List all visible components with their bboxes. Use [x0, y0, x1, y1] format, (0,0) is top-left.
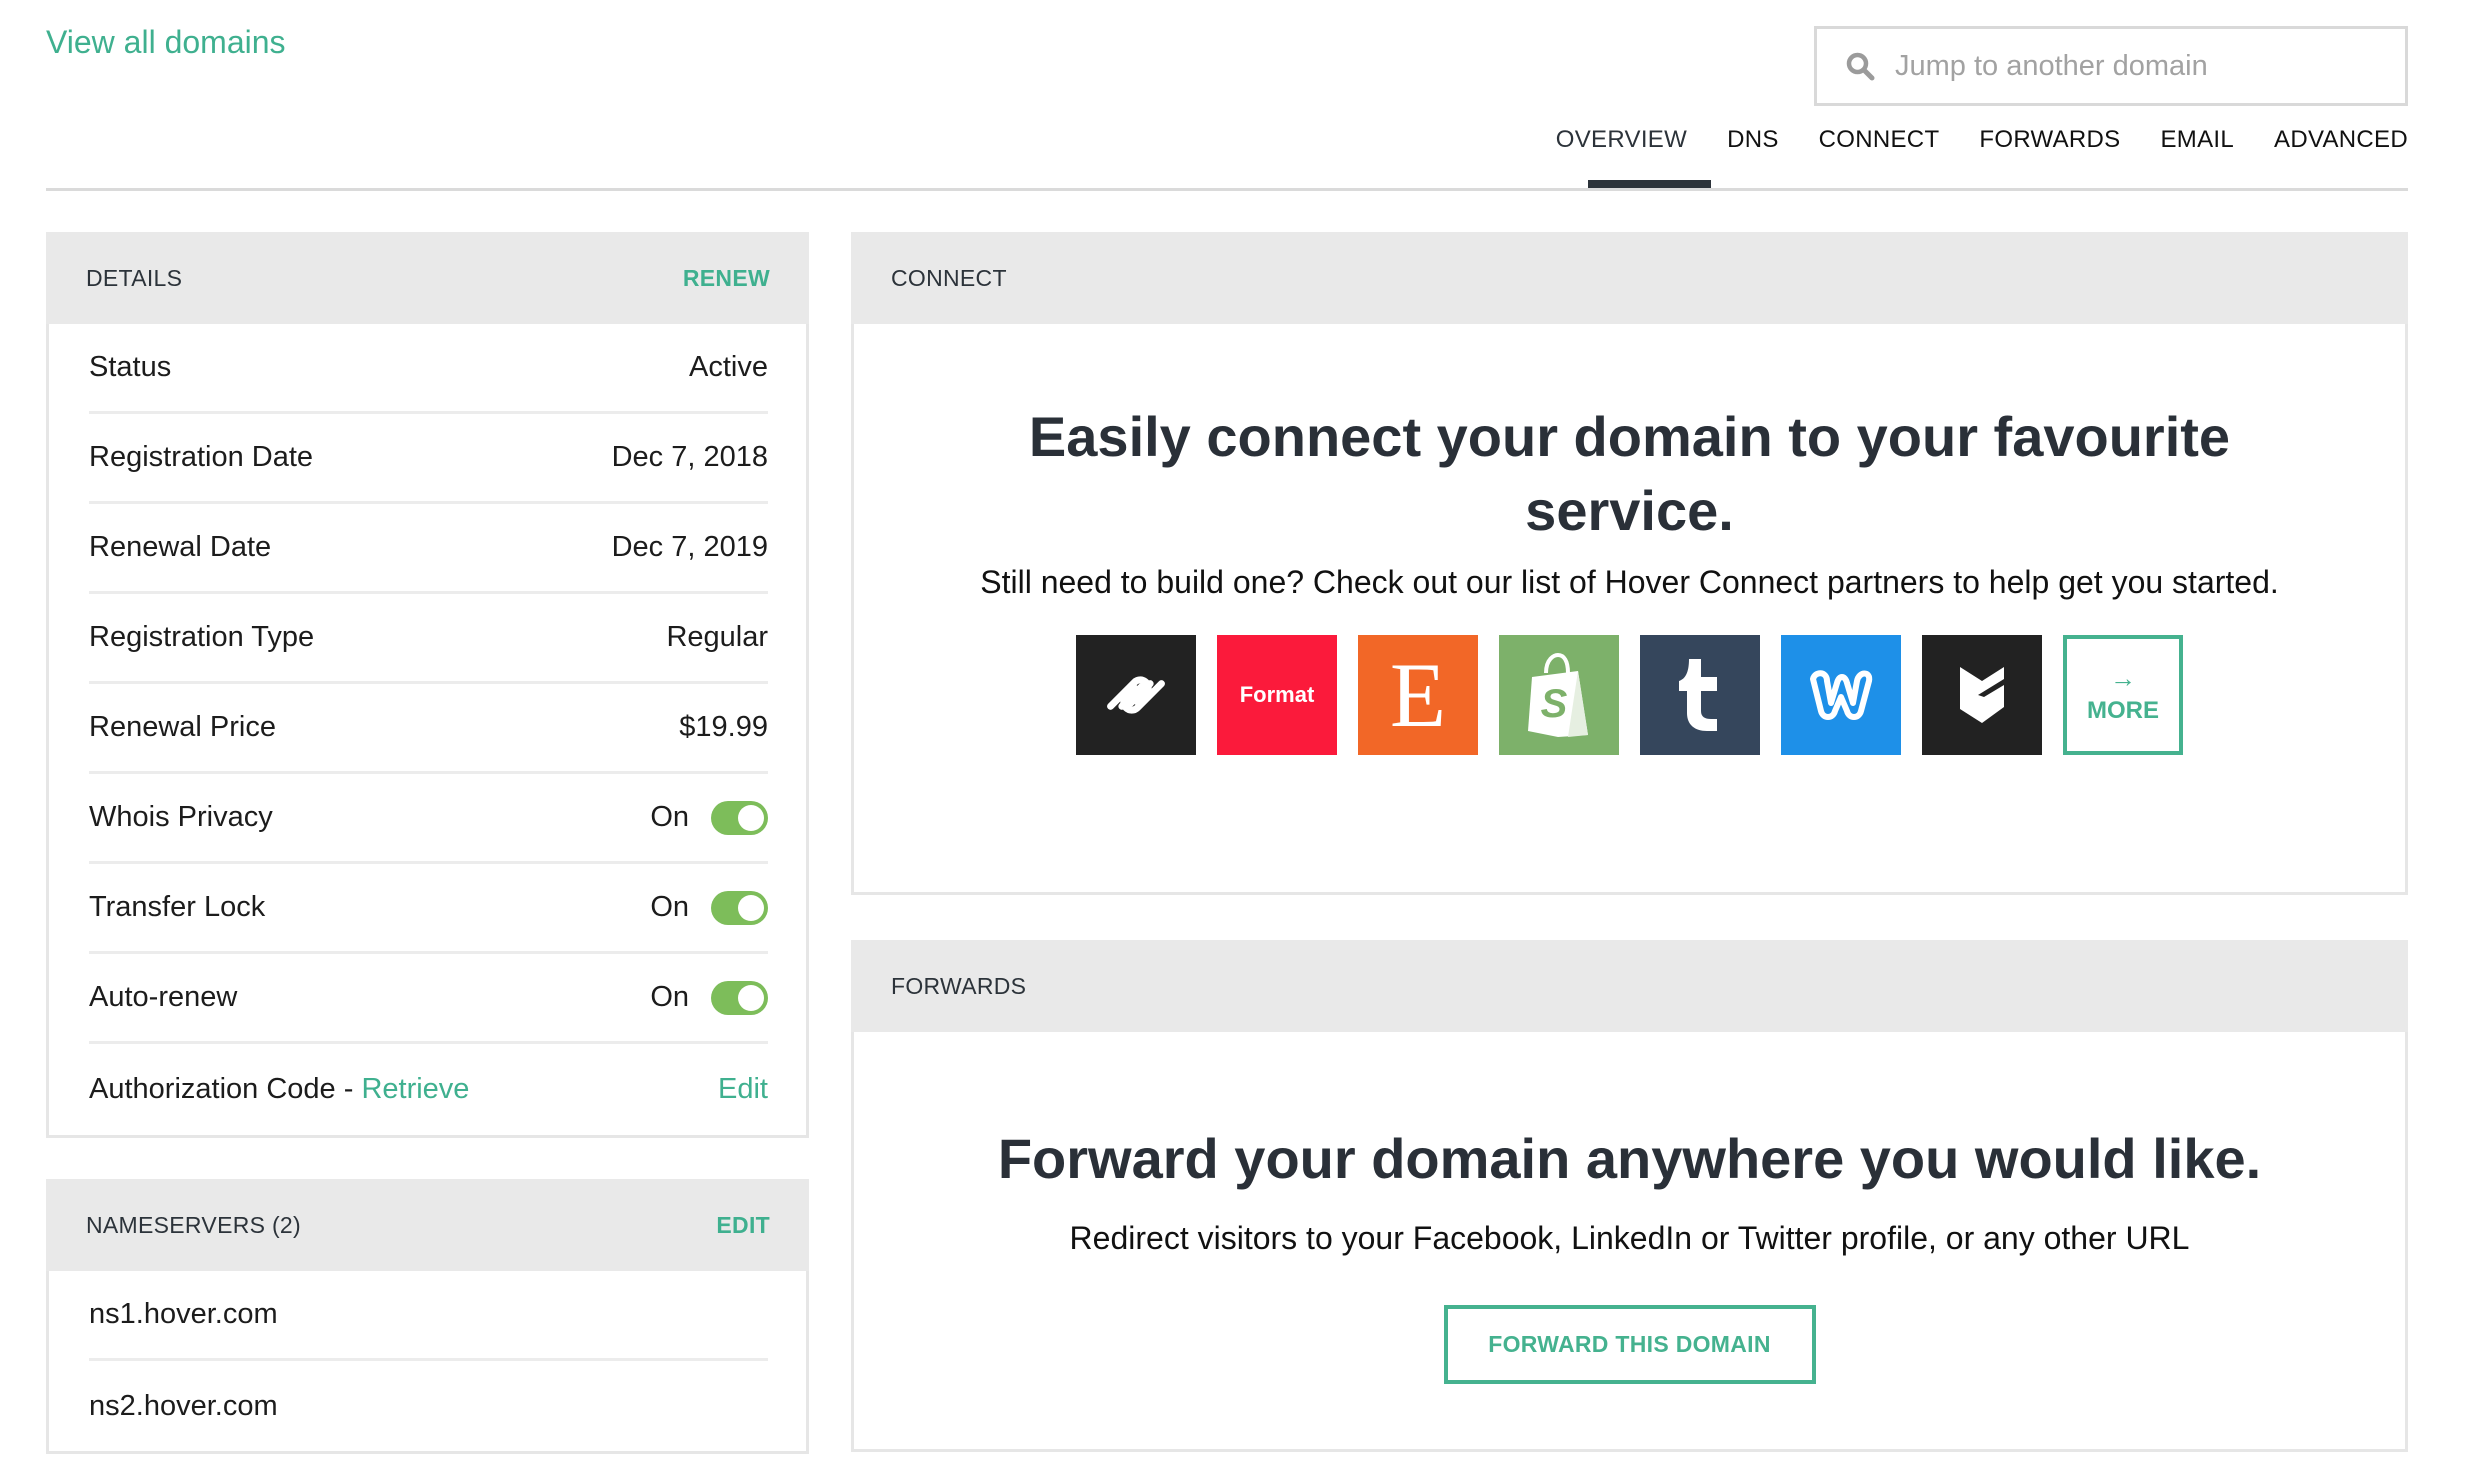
retrieve-auth-code-link[interactable]: Retrieve	[361, 1073, 469, 1105]
partner-logos: Format E S → MORE	[1076, 635, 2183, 755]
detail-label: Renewal Price	[89, 711, 276, 743]
detail-value: Dec 7, 2018	[611, 441, 768, 473]
forward-this-domain-button[interactable]: FORWARD THIS DOMAIN	[1443, 1305, 1816, 1384]
nameserver-item: ns2.hover.com	[89, 1361, 768, 1451]
partner-format[interactable]: Format	[1217, 635, 1337, 755]
nameserver-item: ns1.hover.com	[89, 1271, 768, 1361]
partner-etsy[interactable]: E	[1358, 635, 1478, 755]
connect-header: CONNECT	[851, 232, 2408, 324]
detail-row-registration-type: Registration Type Regular	[89, 594, 768, 684]
format-logo-text: Format	[1239, 682, 1315, 707]
auto-renew-toggle[interactable]	[711, 980, 768, 1015]
edit-nameservers-link[interactable]: EDIT	[716, 1212, 770, 1239]
forwards-subtext: Redirect visitors to your Facebook, Link…	[1069, 1220, 2190, 1256]
detail-label: Status	[89, 351, 172, 383]
more-label: MORE	[2087, 697, 2159, 724]
nameservers-panel: NAMESERVERS (2) EDIT ns1.hover.com ns2.h…	[46, 1179, 809, 1454]
whois-privacy-state: On	[650, 801, 689, 833]
domain-search-input[interactable]	[1895, 29, 2405, 103]
connect-title: CONNECT	[891, 264, 1007, 291]
details-header: DETAILS RENEW	[46, 232, 809, 324]
svg-text:S: S	[1541, 682, 1568, 726]
tab-dns[interactable]: DNS	[1727, 126, 1779, 154]
tab-forwards[interactable]: FORWARDS	[1979, 126, 2120, 154]
domain-tabs: OVERVIEW DNS CONNECT FORWARDS EMAIL ADVA…	[1556, 126, 2408, 154]
squarespace-logo-icon	[1107, 676, 1165, 714]
auto-renew-state: On	[650, 981, 689, 1013]
detail-row-auto-renew: Auto-renew On	[89, 954, 768, 1044]
tab-connect[interactable]: CONNECT	[1819, 126, 1940, 154]
nameserver-value: ns1.hover.com	[89, 1298, 278, 1330]
details-title: DETAILS	[86, 264, 183, 291]
detail-row-registration-date: Registration Date Dec 7, 2018	[89, 414, 768, 504]
connect-headline: Easily connect your domain to your favou…	[1028, 405, 2231, 542]
more-partners-button[interactable]: → MORE	[2063, 635, 2183, 755]
nameserver-value: ns2.hover.com	[89, 1389, 278, 1422]
domain-search[interactable]	[1814, 26, 2408, 106]
transfer-lock-state: On	[650, 891, 689, 923]
whois-privacy-toggle[interactable]	[711, 800, 768, 835]
details-panel: DETAILS RENEW Status Active Registration…	[46, 232, 809, 1138]
edit-auth-code-link[interactable]: Edit	[718, 1073, 768, 1106]
forwards-header: FORWARDS	[851, 940, 2408, 1032]
detail-row-transfer-lock: Transfer Lock On	[89, 864, 768, 954]
arrow-right-icon: →	[2110, 663, 2136, 693]
detail-value: $19.99	[679, 711, 768, 743]
detail-row-status: Status Active	[89, 324, 768, 414]
header-divider	[46, 188, 2408, 191]
detail-label: Registration Date	[89, 441, 314, 473]
detail-value: Active	[689, 351, 768, 383]
partner-weebly[interactable]	[1781, 635, 1901, 755]
detail-row-whois-privacy: Whois Privacy On	[89, 774, 768, 864]
transfer-lock-toggle[interactable]	[711, 890, 768, 925]
connect-subtext: Still need to build one? Check out our l…	[980, 564, 2279, 600]
connect-panel: CONNECT Easily connect your domain to yo…	[851, 232, 2408, 895]
detail-label: Renewal Date	[89, 531, 272, 563]
view-all-domains-link[interactable]: View all domains	[46, 24, 286, 61]
partner-shield[interactable]	[1922, 635, 2042, 755]
active-tab-indicator	[1588, 180, 1711, 188]
partner-squarespace[interactable]	[1076, 635, 1196, 755]
search-icon	[1845, 51, 1875, 81]
detail-label: Transfer Lock	[89, 891, 266, 923]
detail-value: Dec 7, 2019	[611, 531, 768, 563]
shield-logo-icon	[1960, 667, 2004, 723]
detail-label: Registration Type	[89, 621, 315, 653]
nameservers-header: NAMESERVERS (2) EDIT	[46, 1179, 809, 1271]
etsy-logo-text: E	[1389, 644, 1447, 746]
renew-link[interactable]: RENEW	[683, 265, 770, 292]
tumblr-logo-icon	[1679, 659, 1717, 731]
partner-tumblr[interactable]	[1640, 635, 1760, 755]
nameservers-title: NAMESERVERS (2)	[86, 1211, 301, 1238]
detail-row-authorization-code: Authorization Code - Retrieve Edit	[89, 1044, 768, 1134]
detail-row-renewal-date: Renewal Date Dec 7, 2019	[89, 504, 768, 594]
detail-value: Regular	[666, 621, 768, 653]
tab-advanced[interactable]: ADVANCED	[2274, 126, 2408, 154]
partner-shopify[interactable]: S	[1499, 635, 1619, 755]
tab-overview[interactable]: OVERVIEW	[1556, 126, 1687, 154]
tab-email[interactable]: EMAIL	[2160, 126, 2234, 154]
forwards-panel: FORWARDS Forward your domain anywhere yo…	[851, 940, 2408, 1452]
shopify-bag-icon: S	[1528, 653, 1588, 737]
detail-label: Authorization Code -	[89, 1072, 362, 1105]
forwards-title: FORWARDS	[891, 972, 1027, 999]
weebly-logo-icon	[1810, 670, 1873, 720]
detail-label: Auto-renew	[89, 981, 238, 1013]
forwards-headline: Forward your domain anywhere you would l…	[997, 1127, 2262, 1190]
detail-label: Whois Privacy	[89, 801, 273, 833]
detail-row-renewal-price: Renewal Price $19.99	[89, 684, 768, 774]
